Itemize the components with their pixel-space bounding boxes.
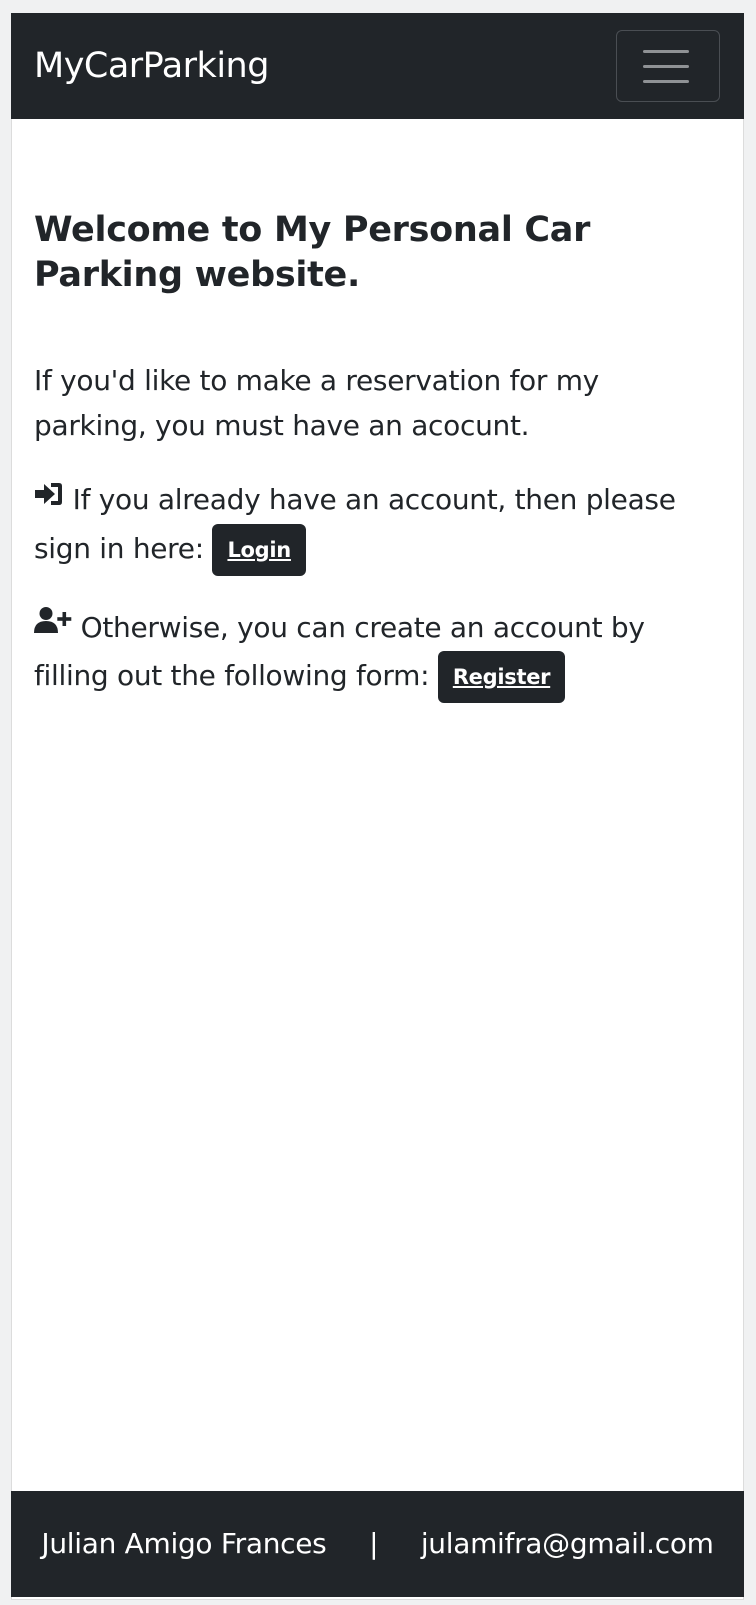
navbar-toggler-button[interactable] — [616, 30, 720, 102]
hamburger-menu-icon — [643, 50, 689, 53]
hamburger-menu-icon-bar — [643, 65, 689, 68]
main-content: Welcome to My Personal Car Parking websi… — [34, 208, 714, 703]
user-plus-icon — [34, 602, 72, 647]
hamburger-menu-icon-bar — [643, 80, 689, 83]
sign-in-icon — [34, 475, 64, 520]
login-text: If you already have an account, then ple… — [34, 483, 676, 565]
login-button[interactable]: Login — [212, 523, 306, 576]
navbar: MyCarParking — [11, 13, 744, 119]
footer-author: Julian Amigo Frances — [41, 1527, 327, 1560]
brand-link[interactable]: MyCarParking — [34, 45, 269, 87]
page-title: Welcome to My Personal Car Parking websi… — [34, 210, 591, 295]
login-paragraph: If you already have an account, then ple… — [34, 477, 714, 576]
footer-email: julamifra@gmail.com — [420, 1527, 714, 1560]
register-button[interactable]: Register — [437, 651, 566, 703]
register-paragraph: Otherwise, you can create an account by … — [34, 602, 714, 703]
footer-separator: | — [369, 1527, 379, 1560]
footer: Julian Amigo Frances | julamifra@gmail.c… — [11, 1491, 744, 1597]
intro-text: If you'd like to make a reservation for … — [34, 364, 599, 442]
